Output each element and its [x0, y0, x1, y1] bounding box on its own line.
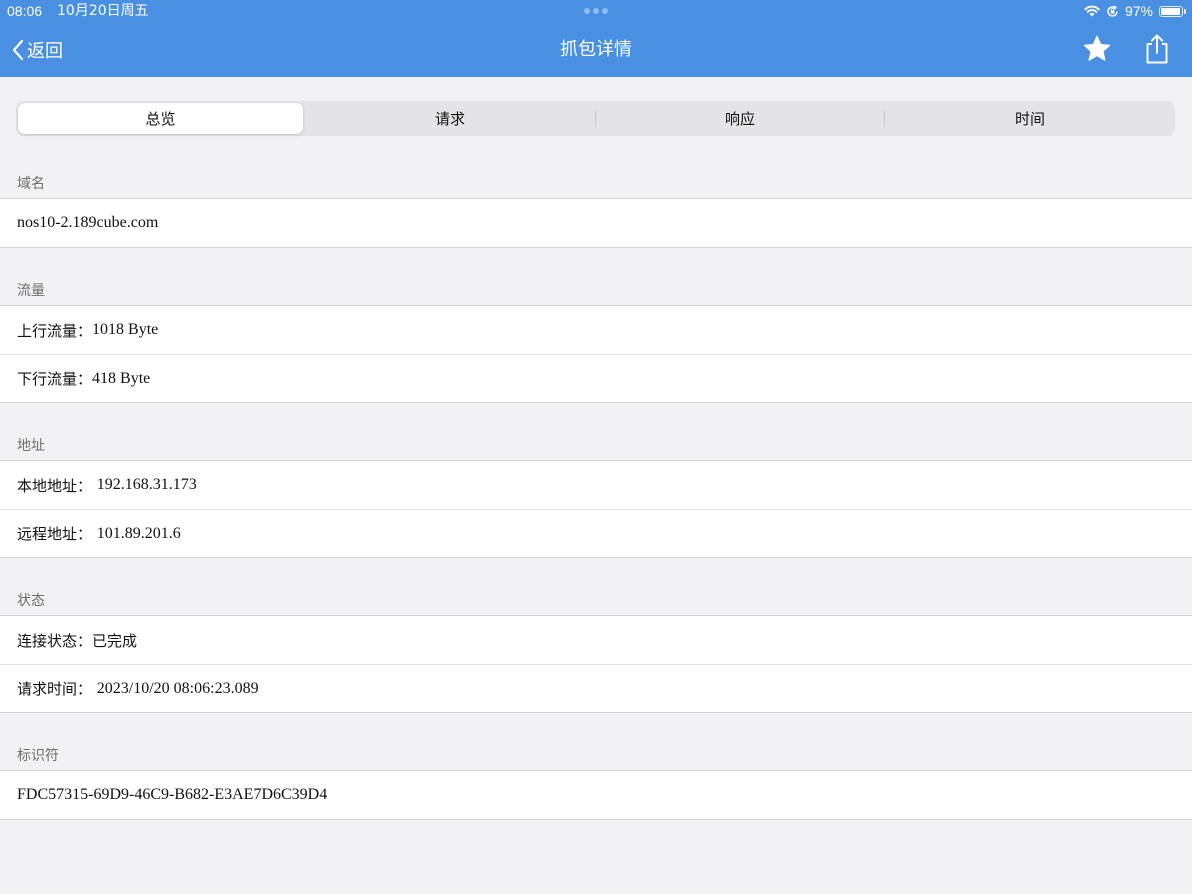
local-address-label: 本地地址： [17, 476, 97, 495]
section-header-identifier: 标识符 [17, 748, 59, 764]
favorite-button[interactable] [1082, 34, 1112, 64]
section-header-address: 地址 [17, 438, 45, 454]
download-traffic-row[interactable]: 下行流量： 418 Byte [0, 354, 1192, 402]
traffic-group: 上行流量： 1018 Byte 下行流量： 418 Byte [0, 305, 1192, 403]
tab-label: 总览 [145, 110, 176, 128]
upload-traffic-value: 1018 Byte [92, 321, 159, 338]
share-button[interactable] [1143, 33, 1171, 65]
multitasking-dots-icon[interactable] [584, 8, 608, 14]
request-time-row[interactable]: 请求时间： 2023/10/20 08:06:23.089 [0, 664, 1192, 712]
remote-address-label: 远程地址： [17, 525, 97, 543]
connection-status-label: 连接状态： [17, 631, 93, 650]
orientation-lock-icon [1107, 4, 1118, 17]
battery-percentage: 97% [1124, 3, 1153, 19]
section-header-domain: 域名 [17, 176, 45, 192]
share-icon [1146, 34, 1168, 64]
remote-address-row[interactable]: 远程地址： 101.89.201.6 [0, 509, 1192, 557]
domain-value: nos10-2.189cube.com [17, 214, 159, 231]
navigation-bar: 08:06 10月20日周五 97% 返回 抓包详情 [0, 0, 1192, 77]
tab-response[interactable]: 响应 [595, 101, 885, 136]
tab-label: 请求 [434, 110, 465, 128]
download-traffic-value: 418 Byte [92, 369, 151, 387]
identifier-row[interactable]: FDC57315-69D9-46C9-B682-E3AE7D6C39D4 [0, 771, 1192, 819]
tab-label: 响应 [724, 110, 755, 128]
tab-time[interactable]: 时间 [885, 101, 1175, 136]
tab-overview[interactable]: 总览 [18, 103, 303, 134]
connection-status-row[interactable]: 连接状态： 已完成 [0, 616, 1192, 664]
status-time: 08:06 [7, 3, 43, 19]
page-title: 抓包详情 [560, 39, 632, 60]
tab-request[interactable]: 请求 [305, 101, 595, 136]
tab-label: 时间 [1014, 110, 1045, 128]
remote-address-value: 101.89.201.6 [96, 524, 181, 542]
identifier-group: FDC57315-69D9-46C9-B682-E3AE7D6C39D4 [0, 770, 1192, 820]
request-time-value: 2023/10/20 08:06:23.089 [96, 679, 259, 697]
domain-row[interactable]: nos10-2.189cube.com [0, 199, 1192, 247]
section-header-status: 状态 [17, 593, 45, 609]
section-header-traffic: 流量 [17, 283, 45, 299]
local-address-row[interactable]: 本地地址： 192.168.31.173 [0, 461, 1192, 509]
status-group: 连接状态： 已完成 请求时间： 2023/10/20 08:06:23.089 [0, 615, 1192, 713]
upload-traffic-label: 上行流量： [17, 321, 93, 340]
segmented-control: 总览 请求 响应 时间 [16, 101, 1175, 136]
status-date: 10月20日周五 [57, 3, 149, 19]
download-traffic-label: 下行流量： [17, 370, 93, 388]
status-indicators: 97% [1084, 2, 1186, 20]
connection-status-value: 已完成 [92, 631, 138, 650]
request-time-label: 请求时间： [17, 680, 97, 698]
battery-icon [1159, 5, 1186, 17]
domain-group: nos10-2.189cube.com [0, 198, 1192, 248]
upload-traffic-row[interactable]: 上行流量： 1018 Byte [0, 306, 1192, 354]
identifier-value: FDC57315-69D9-46C9-B682-E3AE7D6C39D4 [17, 786, 328, 803]
star-icon [1083, 35, 1111, 61]
address-group: 本地地址： 192.168.31.173 远程地址： 101.89.201.6 [0, 460, 1192, 558]
local-address-value: 192.168.31.173 [96, 476, 197, 493]
wifi-icon [1084, 5, 1100, 17]
